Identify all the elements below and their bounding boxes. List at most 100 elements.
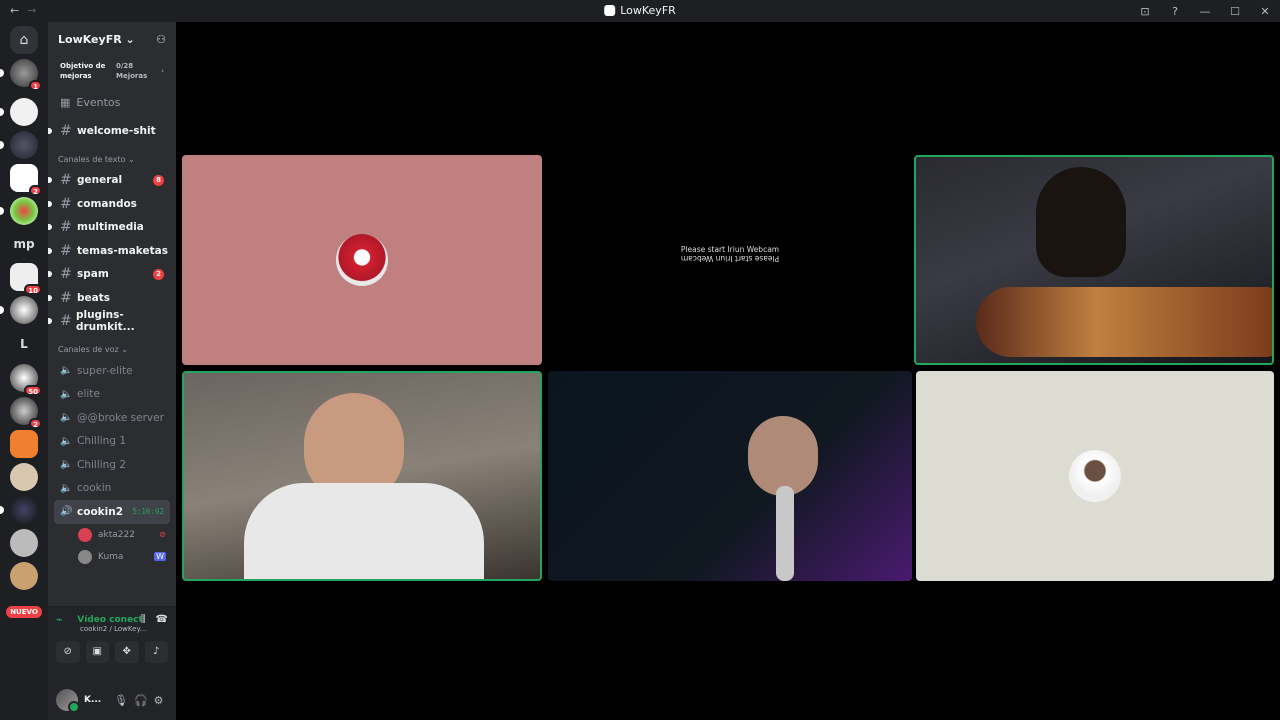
hash-icon: # [60,242,72,259]
discord-home-icon[interactable]: ⌂ [10,26,38,54]
help-icon[interactable]: ? [1160,5,1190,18]
activities-icon[interactable]: ✥ [115,641,139,663]
video-tile-avatar[interactable] [916,371,1274,581]
video-microphone [776,486,794,581]
chevron-right-icon: › [161,67,164,75]
voice-status[interactable]: Vídeo conectac [77,615,141,625]
server-icon[interactable]: 50 [10,364,42,396]
voice-channel[interactable]: 🔈 @@broke server [48,406,176,430]
camera-toggle-icon[interactable]: ⊘ [56,641,80,663]
hash-icon: # [60,219,72,236]
gear-icon[interactable]: ⚙ [154,694,164,707]
new-badge[interactable]: NUEVO [6,606,42,618]
camera-off-icon: ⊘ [159,530,166,539]
voice-user[interactable]: Kuma W [48,546,176,568]
unread-dot [48,127,52,134]
forward-arrow-icon[interactable]: → [27,4,36,17]
channel-plugins[interactable]: # plugins-drumkit... [48,309,176,333]
server-icon[interactable] [0,131,38,159]
channel-temas-maketas[interactable]: # temas-maketas [48,239,176,263]
server-icon[interactable] [0,197,38,225]
server-icon[interactable] [0,496,38,524]
voice-channel[interactable]: 🔈 cookin [48,477,176,501]
server-icon[interactable] [0,98,38,126]
server-name[interactable]: LowKeyFR ⌄ [58,33,135,46]
headphones-icon[interactable]: 🎧 [134,694,148,707]
maximize-button[interactable]: ☐ [1220,5,1250,18]
server-icon[interactable]: 10 [10,263,42,295]
boost-goal[interactable]: Objetivo de mejoras 0/28 Mejoras › [54,58,170,84]
channel-welcome[interactable]: # welcome-shit [48,119,176,143]
nav-arrows: ← → [10,4,36,17]
inbox-icon[interactable]: ⊡ [1130,5,1160,18]
events-label: Eventos [76,96,121,109]
channel-comandos[interactable]: # comandos [48,192,176,216]
back-arrow-icon[interactable]: ← [10,4,19,17]
invite-user-icon[interactable]: ⚇ [156,33,166,46]
user-avatar[interactable] [56,689,80,713]
channel-beats[interactable]: # beats [48,286,176,310]
server-icon[interactable]: 2 [10,164,42,196]
avatar [78,527,92,542]
voice-channel[interactable]: 🔈 super-elite [48,359,176,383]
server-icon-l[interactable]: L [10,330,38,358]
webcam-message: Please start Iriun Webcam Please start I… [548,245,912,263]
voice-user[interactable]: akta222 ⊘ [48,524,176,546]
hash-icon: # [60,195,72,212]
video-guitar [976,287,1272,357]
server-icon[interactable] [10,430,38,458]
video-tile-singer[interactable] [548,371,912,581]
unread-dot [48,294,52,301]
noise-suppression-icon[interactable]: ⫼ [141,614,146,625]
voice-channel-name: elite [77,388,100,401]
microphone-icon[interactable]: 🎙 [114,694,128,707]
boost-label: Objetivo de mejoras [60,62,106,80]
unread-dot [48,177,52,184]
minimize-button[interactable]: — [1190,5,1220,18]
unread-dot [48,200,52,207]
disconnect-icon[interactable]: ☎ [156,614,168,625]
screen-share-icon[interactable]: ▣ [85,641,109,663]
channel-name: welcome-shit [77,124,156,137]
server-header[interactable]: LowKeyFR ⌄ ⚇ [48,22,176,56]
voice-channel-path[interactable]: cookin2 / LowKey... [48,625,176,633]
server-icon[interactable]: 1 [0,59,42,91]
voice-channel-name: cookin2 [77,505,124,518]
server-icon[interactable] [10,529,38,557]
channel-name: spam [77,268,109,281]
unread-dot [48,271,52,278]
signal-icon[interactable]: ⌁ [56,613,77,626]
video-tile-avatar[interactable] [182,155,542,365]
user-avatar-circle [1069,450,1121,502]
webcam-message-text: Please start Iriun Webcam [680,245,780,254]
server-icon[interactable] [10,562,38,590]
soundboard-icon[interactable]: ♪ [144,641,168,663]
channel-name: general [77,174,123,187]
video-tile-guitar-player[interactable] [914,155,1274,365]
video-tile-webcam-message[interactable]: Please start Iriun Webcam Please start I… [548,155,912,365]
voice-channel-active[interactable]: 🔊 cookin2 5:16:02 [54,500,170,524]
server-icon[interactable] [10,463,38,491]
speaker-icon: 🔈 [60,365,73,377]
channel-spam[interactable]: # spam 2 [48,263,176,287]
voice-channel-name: Chilling 2 [77,458,126,471]
boost-count: 0/28 Mejoras [116,62,148,80]
unread-pip [0,207,4,215]
window-controls: ⊡ ? — ☐ ✕ [1130,0,1280,22]
voice-channel[interactable]: 🔈 elite [48,383,176,407]
voice-category[interactable]: Canales de voz ⌄ [48,341,176,359]
video-tile-speaker[interactable] [182,371,542,581]
server-icon[interactable]: 2 [10,397,42,429]
voice-channel[interactable]: 🔈 Chilling 1 [48,430,176,454]
server-icon-mp[interactable]: mp [10,230,38,258]
voice-channel[interactable]: 🔈 Chilling 2 [48,453,176,477]
channel-general[interactable]: # general 8 [48,169,176,193]
events-item[interactable]: ▦ Eventos [48,92,176,113]
server-icon[interactable] [0,296,38,324]
channel-multimedia[interactable]: # multimedia [48,216,176,240]
user-name[interactable]: K... [84,695,106,705]
close-button[interactable]: ✕ [1250,5,1280,18]
text-category[interactable]: Canales de texto ⌄ [48,151,176,169]
video-stage: Please start Iriun Webcam Please start I… [176,22,1280,720]
mention-badge: 2 [29,185,42,196]
